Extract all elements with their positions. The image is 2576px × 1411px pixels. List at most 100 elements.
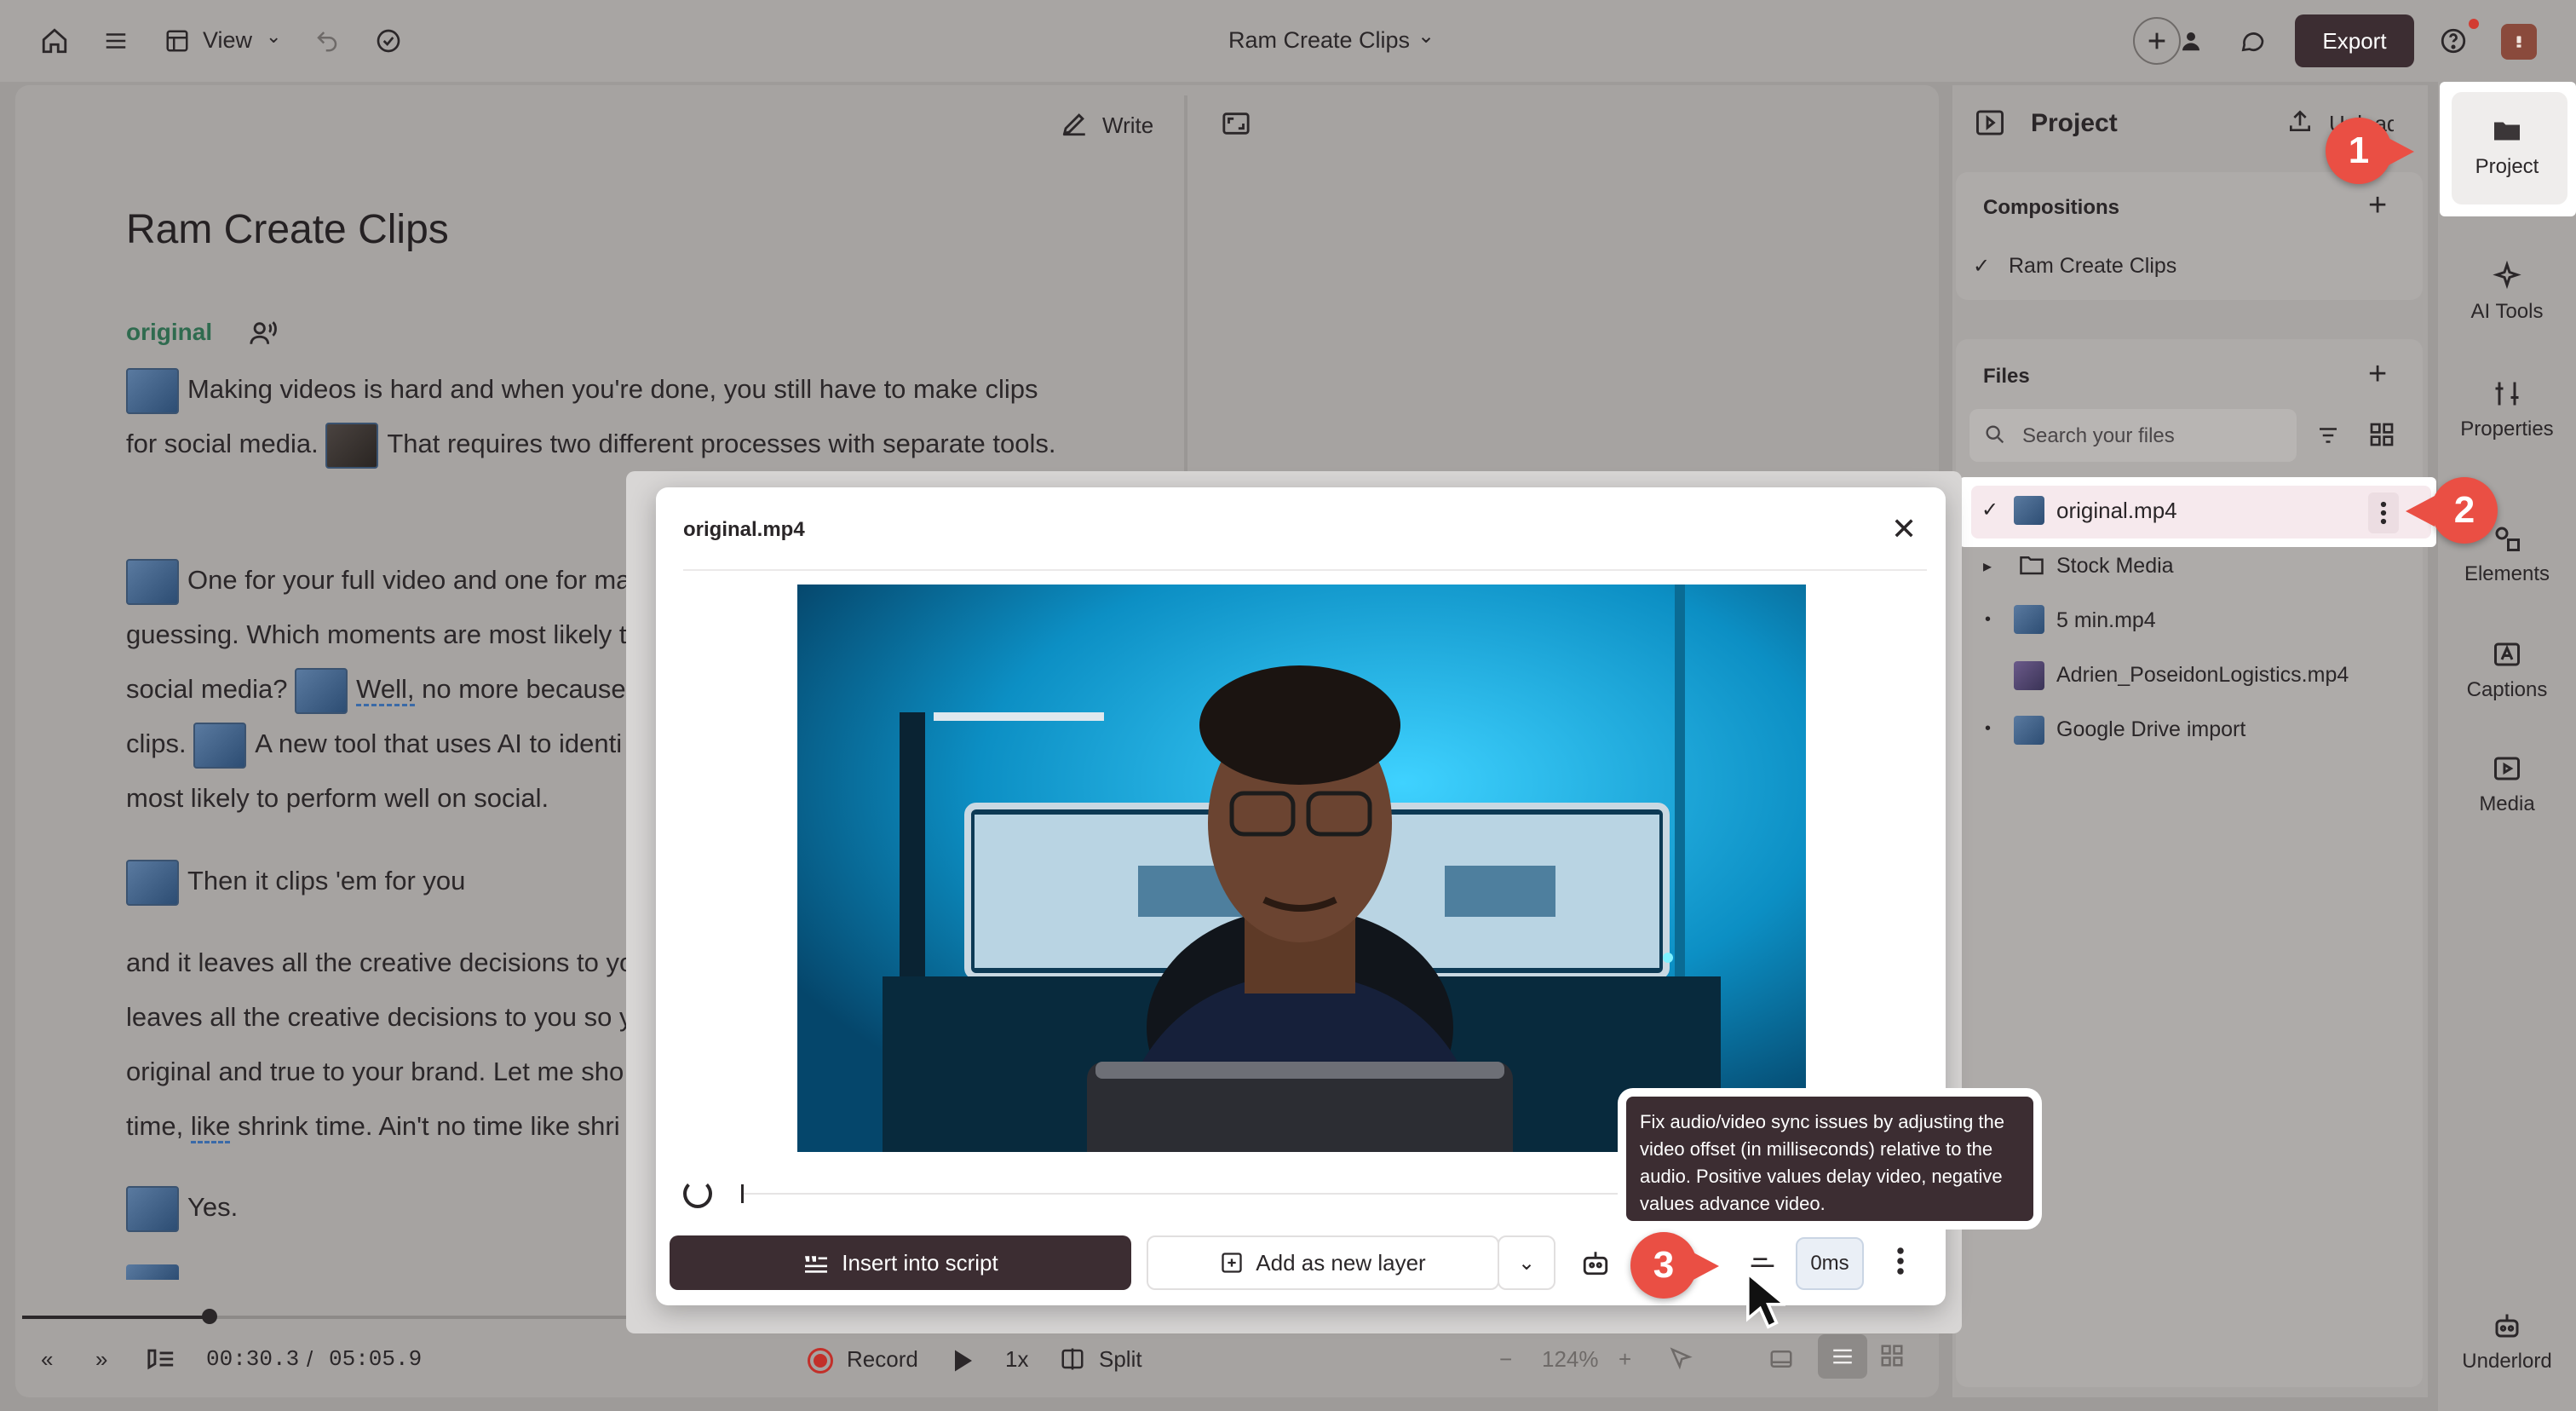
sidebar-item-media[interactable]: Media — [2438, 753, 2576, 816]
search-icon — [1983, 423, 2007, 451]
write-mode-label[interactable]: Write — [1102, 112, 1153, 139]
modal-title: original.mp4 — [683, 518, 805, 541]
video-file-icon — [2014, 661, 2044, 690]
rewind-icon[interactable]: « — [41, 1346, 53, 1373]
current-time: 00:30.3 — [206, 1346, 300, 1372]
home-icon[interactable] — [37, 24, 72, 58]
file-name[interactable]: 5 min.mp4 — [2056, 608, 2156, 633]
step-badge-arrow — [1690, 1251, 1719, 1281]
menu-icon[interactable] — [99, 24, 133, 58]
more-options-icon[interactable] — [2368, 492, 2399, 533]
playback-speed[interactable]: 1x — [1005, 1346, 1028, 1373]
chapters-icon[interactable] — [147, 1346, 175, 1376]
clip-thumbnail[interactable] — [126, 367, 179, 414]
sidebar-item-ai-tools[interactable]: AI Tools — [2438, 261, 2576, 324]
filter-icon[interactable] — [2315, 423, 2341, 452]
captions-icon — [2494, 642, 2520, 666]
expand-icon[interactable] — [1222, 111, 1251, 141]
modal-divider — [683, 569, 1927, 571]
add-composition-icon[interactable]: + — [2368, 187, 2387, 224]
file-name[interactable]: Adrien_PoseidonLogistics.mp4 — [2056, 663, 2349, 688]
step-badge-3: 3 — [1630, 1232, 1697, 1299]
view-menu-label[interactable]: View — [203, 27, 252, 54]
video-preview[interactable] — [797, 585, 1806, 1152]
clip-thumbnail[interactable] — [295, 667, 348, 714]
video-file-icon — [2014, 496, 2044, 525]
grid-view-icon[interactable] — [1879, 1343, 1905, 1373]
video-offset-input[interactable]: 0ms — [1796, 1237, 1864, 1290]
check-icon: ✓ — [1981, 498, 1999, 521]
clip-thumbnail[interactable] — [193, 722, 247, 769]
undo-icon[interactable] — [310, 24, 344, 58]
play-icon[interactable] — [952, 1348, 975, 1378]
split-button[interactable]: Split — [1099, 1346, 1142, 1373]
add-file-icon[interactable]: + — [2368, 356, 2387, 393]
sidebar-item-captions[interactable]: Captions — [2438, 639, 2576, 702]
expand-arrow-icon[interactable]: ▸ — [1983, 556, 1992, 577]
cursor-tool-icon[interactable] — [1668, 1346, 1693, 1376]
file-name[interactable]: Stock Media — [2056, 554, 2174, 579]
speaker-label[interactable]: original — [126, 319, 212, 346]
help-icon[interactable] — [2436, 24, 2470, 58]
layout-icon[interactable] — [160, 24, 194, 58]
bullet-icon: • — [1985, 719, 1992, 738]
close-icon[interactable]: ✕ — [1891, 511, 1917, 547]
top-bar: View ⌄ Ram Create Clips ⌄ Export — [0, 0, 2576, 82]
sidebar-item-underlord[interactable]: Underlord — [2438, 1310, 2576, 1374]
zoom-in-icon[interactable]: + — [1619, 1346, 1631, 1373]
clip-thumbnail[interactable] — [126, 1264, 179, 1280]
shapes-icon — [2495, 527, 2520, 551]
folder-icon — [2019, 554, 2044, 580]
file-name[interactable]: original.mp4 — [2056, 498, 2177, 524]
clip-thumbnail[interactable] — [126, 1185, 179, 1232]
insert-into-script-button[interactable]: Insert into script — [670, 1235, 1131, 1290]
pen-icon[interactable] — [1060, 109, 1089, 142]
sidebar-item-project[interactable]: Project — [2438, 116, 2576, 179]
zoom-level: 124% — [1542, 1346, 1599, 1372]
record-button[interactable]: Record — [847, 1346, 918, 1373]
clip-thumbnail[interactable] — [126, 558, 179, 605]
media-icon — [2494, 757, 2520, 780]
split-icon[interactable] — [1060, 1346, 1085, 1376]
check-circle-icon[interactable] — [371, 24, 405, 58]
robot-icon[interactable] — [1581, 1249, 1610, 1281]
timeline-playhead[interactable] — [201, 1309, 217, 1324]
sidebar-item-properties[interactable]: Properties — [2438, 378, 2576, 441]
chevron-down-icon[interactable]: ⌄ — [266, 26, 281, 48]
export-button[interactable]: Export — [2295, 14, 2414, 67]
clip-thumbnail[interactable] — [126, 859, 179, 906]
sparkle-icon — [2493, 261, 2521, 290]
comment-icon[interactable] — [2235, 24, 2269, 58]
grid-icon[interactable] — [2368, 421, 2395, 452]
document-title[interactable]: Ram Create Clips — [1228, 27, 1410, 54]
script-paragraph-1[interactable]: Making videos is hard and when you're do… — [126, 362, 1072, 471]
list-view-icon[interactable] — [1818, 1334, 1867, 1379]
composition-item[interactable]: Ram Create Clips — [2009, 254, 2176, 279]
modal-scrubber[interactable] — [741, 1193, 1644, 1195]
account-avatar[interactable] — [2501, 24, 2537, 60]
add-as-new-layer-button[interactable]: Add as new layer — [1147, 1235, 1499, 1290]
add-square-icon — [1222, 1253, 1242, 1273]
more-options-icon[interactable] — [1896, 1246, 1905, 1281]
zoom-out-icon[interactable]: − — [1499, 1346, 1512, 1373]
upload-icon[interactable] — [2286, 107, 2314, 139]
files-header: Files — [1983, 365, 2030, 388]
speaker-icon[interactable] — [249, 319, 278, 352]
clip-thumbnail[interactable] — [325, 422, 379, 469]
modal-playhead[interactable] — [741, 1184, 744, 1203]
robot-icon — [2495, 1314, 2519, 1338]
search-placeholder: Search your files — [2022, 424, 2175, 447]
file-name[interactable]: Google Drive import — [2056, 717, 2245, 742]
notification-dot — [2469, 19, 2479, 29]
layout-toggle-icon[interactable] — [1768, 1346, 1794, 1376]
add-layer-options-dropdown[interactable]: ⌄ — [1498, 1235, 1555, 1290]
loading-spinner-icon — [683, 1179, 712, 1208]
record-icon[interactable] — [808, 1348, 833, 1374]
check-icon: ✓ — [1973, 255, 1991, 278]
user-avatar-icon[interactable] — [2174, 24, 2208, 58]
sliders-icon — [2495, 382, 2519, 406]
compositions-header: Compositions — [1983, 196, 2119, 219]
script-title[interactable]: Ram Create Clips — [126, 206, 449, 253]
chevron-down-icon[interactable]: ⌄ — [1417, 24, 1435, 49]
fast-forward-icon[interactable]: » — [95, 1346, 107, 1373]
